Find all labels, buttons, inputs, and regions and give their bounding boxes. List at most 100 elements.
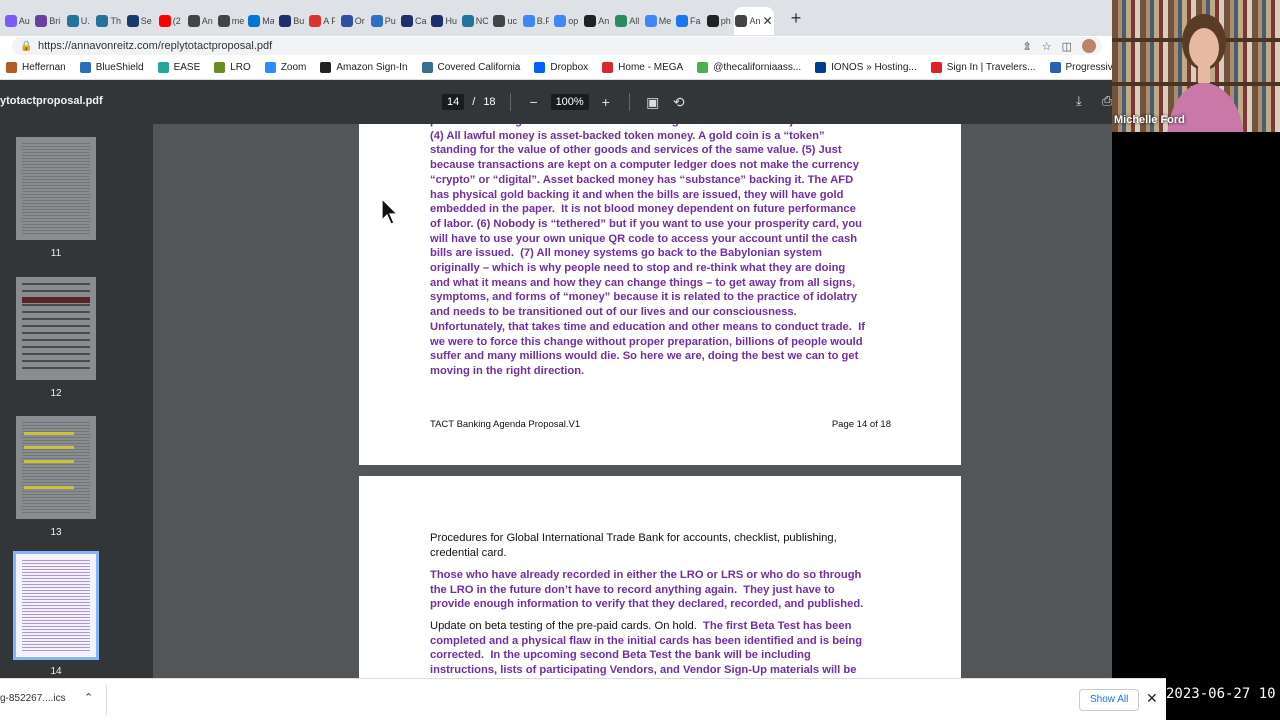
text-line: and needs to be transitioned out of our … bbox=[430, 306, 797, 319]
bookmark-label: Progressive bbox=[1065, 62, 1113, 73]
tab-strip: Au Bri U. Th Se (2 An me Ma Bu A F Or Pu Ca Hu NC uc B.F o… bbox=[0, 0, 1112, 36]
bookmark-favicon-icon bbox=[815, 62, 827, 73]
tab-favicon-icon bbox=[493, 15, 506, 27]
pdf-page-14: political standing as a man or woman sta… bbox=[359, 124, 961, 465]
browser-tab[interactable]: A F bbox=[307, 7, 338, 35]
pdf-page-15: Procedures for Global International Trad… bbox=[359, 476, 961, 678]
browser-tab[interactable]: Se bbox=[124, 7, 155, 35]
thumbnail-page-13[interactable] bbox=[16, 416, 96, 519]
tab-favicon-icon bbox=[340, 15, 353, 27]
bookmark-item[interactable]: EASE bbox=[157, 62, 200, 73]
browser-tab[interactable]: Au bbox=[2, 7, 33, 35]
new-tab-button[interactable]: + bbox=[784, 8, 808, 29]
install-icon[interactable]: ⇭ bbox=[1023, 40, 1032, 53]
browser-tab[interactable]: me bbox=[216, 7, 247, 35]
download-icon[interactable]: ⤓ bbox=[1076, 93, 1082, 109]
bookmark-item[interactable]: BlueShield bbox=[79, 62, 144, 73]
browser-tab[interactable]: NC bbox=[460, 7, 491, 35]
download-item[interactable]: g-852267....ics bbox=[0, 693, 66, 704]
page-15-para2: Update on beta testing of the pre-paid c… bbox=[430, 619, 900, 678]
tab-label: op bbox=[568, 16, 579, 26]
bookmark-label: Home - MEGA bbox=[618, 62, 684, 73]
url-text[interactable]: https://annavonreitz.com/replytotactprop… bbox=[38, 40, 272, 52]
browser-tab[interactable]: Me bbox=[643, 7, 674, 35]
participant-name: Michelle Ford bbox=[1114, 114, 1185, 126]
tab-close-icon[interactable]: ✕ bbox=[762, 14, 772, 28]
thumbnail-label: 12 bbox=[50, 388, 62, 399]
bookmark-item[interactable]: LRO bbox=[214, 62, 251, 73]
tab-label: Pu bbox=[384, 16, 396, 26]
browser-tab[interactable]: All bbox=[612, 7, 643, 35]
zoom-out-icon[interactable]: − bbox=[525, 94, 543, 110]
bookmark-favicon-icon bbox=[930, 62, 942, 73]
bookmark-item[interactable]: Home - MEGA bbox=[602, 62, 683, 73]
bookmark-item[interactable]: Dropbox bbox=[534, 62, 588, 73]
chevron-up-icon[interactable]: ⌃ bbox=[84, 691, 93, 704]
address-bar: 🔒 https://annavonreitz.com/replytotactpr… bbox=[0, 36, 1112, 56]
rotate-icon[interactable]: ⟲ bbox=[670, 94, 688, 111]
browser-tab[interactable]: Hu bbox=[429, 7, 460, 35]
text-line: we were to force this change without pro… bbox=[430, 335, 863, 348]
tab-label: All bbox=[629, 16, 640, 26]
browser-tab[interactable]: Or bbox=[338, 7, 369, 35]
text-line: provide enough information to verify tha… bbox=[430, 598, 864, 611]
tab-favicon-icon bbox=[584, 15, 597, 27]
tab-label: Bu bbox=[293, 16, 305, 26]
browser-tab[interactable]: An bbox=[582, 7, 613, 35]
browser-tab[interactable]: Ma bbox=[246, 7, 277, 35]
thumbnail-page-12[interactable] bbox=[16, 277, 96, 380]
browser-tab[interactable]: uc bbox=[490, 7, 521, 35]
text-line: (4) All lawful money is asset-backed tok… bbox=[430, 129, 825, 142]
browser-tab[interactable]: ph bbox=[704, 7, 735, 35]
browser-tab[interactable]: Bu bbox=[277, 7, 308, 35]
browser-tab[interactable]: Pu bbox=[368, 7, 399, 35]
pdf-toolbar: ytotactproposal.pdf 14 / 18 − 100% + ▣ ⟲… bbox=[0, 80, 1112, 124]
zoom-in-icon[interactable]: + bbox=[597, 94, 615, 110]
profile-avatar[interactable] bbox=[1082, 39, 1096, 53]
close-icon[interactable]: ✕ bbox=[1146, 690, 1158, 707]
bookmark-item[interactable]: IONOS » Hosting... bbox=[815, 62, 917, 73]
thumbnail-label: 11 bbox=[50, 248, 62, 259]
thumbnail-label: 13 bbox=[50, 527, 62, 538]
zoom-level-input[interactable]: 100% bbox=[550, 94, 589, 110]
bookmark-item[interactable]: Covered California bbox=[421, 62, 520, 73]
sidepanel-icon[interactable]: ◫ bbox=[1062, 40, 1072, 53]
para2-black-text: Update on beta testing of the pre-paid c… bbox=[430, 620, 697, 632]
browser-tab[interactable]: B.F bbox=[521, 7, 552, 35]
tab-label: An bbox=[749, 16, 761, 26]
page-number-input[interactable]: 14 bbox=[442, 94, 465, 110]
page-footer-title: TACT Banking Agenda Proposal.V1 bbox=[430, 419, 581, 430]
bookmark-item[interactable]: Amazon Sign-In bbox=[320, 62, 408, 73]
browser-tab[interactable]: Th bbox=[94, 7, 125, 35]
thumbnail-page-11[interactable] bbox=[16, 137, 96, 240]
bookmark-star-icon[interactable]: ☆ bbox=[1042, 40, 1052, 53]
browser-tab[interactable]: (2 bbox=[155, 7, 186, 35]
text-line: suffer and many millions would die. So h… bbox=[430, 350, 859, 363]
browser-tab[interactable]: op bbox=[551, 7, 582, 35]
browser-tab[interactable]: An ✕ bbox=[734, 7, 774, 35]
thumbnail-page-14[interactable] bbox=[13, 551, 99, 660]
browser-tab[interactable]: An bbox=[185, 7, 216, 35]
tab-label: NC bbox=[475, 16, 488, 26]
bookmark-item[interactable]: Zoom bbox=[264, 62, 306, 73]
tab-favicon-icon bbox=[370, 15, 383, 27]
text-line: standing for the value of other goods an… bbox=[430, 144, 842, 157]
url-field[interactable]: 🔒 https://annavonreitz.com/replytotactpr… bbox=[12, 37, 1102, 55]
browser-tab[interactable]: Bri bbox=[33, 7, 64, 35]
bookmark-item[interactable]: @thecaliforniaass... bbox=[697, 62, 801, 73]
bookmarks-bar: Heffernan BlueShield EASE LRO Zoom Amazon Sig… bbox=[0, 56, 1112, 80]
tab-label: Ca bbox=[414, 16, 427, 26]
browser-tab[interactable]: U. bbox=[63, 7, 94, 35]
bookmark-item[interactable]: Heffernan bbox=[6, 62, 66, 73]
pdf-viewer[interactable]: political standing as a man or woman sta… bbox=[153, 124, 1112, 678]
show-all-button[interactable]: Show All bbox=[1079, 689, 1140, 711]
browser-tab[interactable]: Fa bbox=[673, 7, 704, 35]
fit-page-icon[interactable]: ▣ bbox=[644, 94, 662, 111]
print-icon[interactable]: ⎙ bbox=[1102, 93, 1112, 109]
bookmark-item[interactable]: Progressive bbox=[1049, 62, 1113, 73]
text-line: Procedures for Global International Trad… bbox=[430, 532, 837, 544]
bookmark-item[interactable]: Sign In | Travelers... bbox=[930, 62, 1036, 73]
tab-favicon-icon bbox=[522, 15, 535, 27]
lock-icon[interactable]: 🔒 bbox=[20, 41, 32, 52]
browser-tab[interactable]: Ca bbox=[399, 7, 430, 35]
